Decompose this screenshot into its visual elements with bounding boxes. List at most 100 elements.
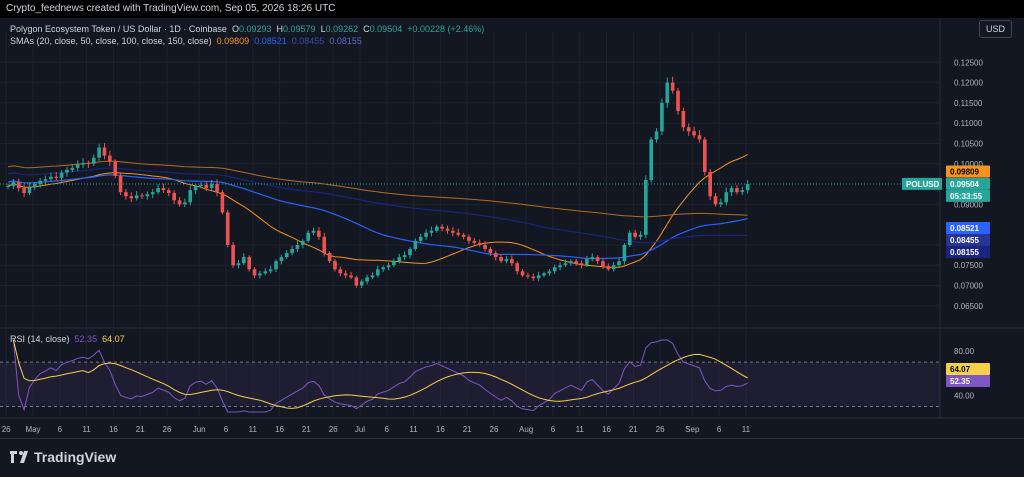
candle-body (670, 82, 675, 91)
y-tick-label: 0.11000 (954, 119, 983, 128)
candle-body (429, 230, 434, 233)
candle-body (386, 265, 391, 268)
candle-body (376, 269, 380, 276)
price-badge-label: 0.09504 (950, 180, 979, 189)
candle-body (199, 184, 203, 187)
candle-body (424, 232, 428, 237)
candle-body (129, 196, 134, 199)
candle-body (268, 269, 273, 272)
candle-body (145, 194, 150, 197)
x-tick-label: Jun (193, 425, 206, 434)
symbol-legend: Polygon Ecosystem Token / US Dollar · 1D… (10, 24, 485, 34)
candle-body (75, 164, 80, 168)
candle-body (102, 147, 107, 156)
candle-body (627, 232, 632, 245)
candle-body (510, 259, 514, 264)
price-chart[interactable]: 0.125000.120000.115000.110000.105000.100… (0, 18, 1024, 438)
tradingview-logo[interactable]: TradingView (10, 449, 116, 465)
rsi-tick-label: 40.00 (954, 391, 975, 400)
candle-body (467, 236, 471, 241)
candle-body (649, 139, 653, 180)
candle-body (531, 276, 536, 279)
candle-body (284, 253, 289, 258)
sma20-line (7, 154, 748, 268)
candle-body (333, 261, 337, 270)
candle-body (91, 157, 96, 164)
candle-body (563, 263, 568, 266)
candle-body (595, 257, 600, 262)
x-tick-label: 21 (463, 425, 472, 434)
candle-body (70, 167, 75, 170)
candle-body (493, 253, 498, 258)
candle-body (440, 226, 444, 229)
candle-body (22, 188, 26, 193)
change-value: +0.00228 (+2.46%) (407, 24, 485, 34)
candle-body (27, 187, 32, 193)
x-tick-label: 21 (629, 425, 638, 434)
candle-body (124, 192, 128, 197)
candle-body (504, 259, 509, 262)
candle-body (644, 180, 648, 235)
candle-body (274, 261, 278, 270)
candle-body (16, 182, 21, 189)
candle-body (317, 230, 321, 237)
candle-body (451, 230, 455, 233)
candle-body (242, 257, 246, 264)
x-tick-label: 16 (436, 425, 445, 434)
candle-body (231, 244, 235, 266)
candle-body (536, 275, 541, 279)
x-tick-label: Sep (685, 425, 700, 434)
x-tick-label: Aug (519, 425, 533, 434)
candle-body (327, 253, 332, 262)
rsi-badge-label: 64.07 (950, 365, 971, 374)
rsi-value: 52.35 (74, 334, 98, 344)
candle-body (585, 259, 589, 266)
y-tick-label: 0.12500 (954, 58, 983, 67)
candle-body (108, 155, 112, 162)
candle-body (601, 261, 605, 267)
x-tick-label: 26 (163, 425, 172, 434)
candle-body (49, 176, 53, 180)
sma-legend[interactable]: SMAs (20, close, 50, close, 100, close, … (10, 36, 362, 46)
x-tick-label: 26 (490, 425, 499, 434)
candle-body (681, 111, 686, 128)
sma150-value: 0.08155 (329, 36, 362, 46)
chart-area: 0.12500 0.12000 0.11500 0.11000 0.10500 0.100… (0, 18, 1024, 438)
candle-body (43, 179, 48, 181)
currency-button[interactable]: USD (978, 20, 1012, 38)
candle-body (140, 195, 144, 197)
candle-body (622, 244, 627, 262)
candle-body (370, 275, 375, 278)
candle-body (365, 277, 369, 282)
candle-body (54, 176, 59, 178)
footer: TradingView (0, 438, 1024, 477)
rsi-legend[interactable]: RSI (14, close) 52.35 64.07 (10, 334, 125, 344)
candle-body (579, 263, 584, 266)
candle-body (188, 190, 193, 203)
candle-body (290, 249, 294, 254)
candle-body (724, 192, 729, 203)
sma100-value: 0.08455 (291, 36, 325, 46)
candle-body (86, 162, 91, 164)
candle-body (617, 261, 621, 266)
candle-body (172, 192, 176, 201)
x-tick-label: 16 (109, 425, 118, 434)
candle-body (81, 162, 85, 165)
candle-body (526, 275, 530, 277)
candle-body (542, 273, 546, 276)
candle-body (703, 139, 707, 172)
candle-body (520, 271, 525, 276)
y-tick-label: 0.10500 (954, 139, 983, 148)
x-tick-label: 11 (82, 425, 91, 434)
candle-body (461, 234, 466, 237)
rsi-band (0, 362, 940, 407)
x-tick-label: 26 (2, 425, 11, 434)
candle-body (97, 147, 101, 158)
candle-body (220, 192, 225, 213)
x-tick-label: 6 (224, 425, 229, 434)
price-badge-label: POLUSD (906, 180, 940, 189)
brand-name: TradingView (34, 449, 117, 465)
price-badge-label: 05:33:55 (950, 192, 983, 201)
y-tick-label: 0.07000 (954, 282, 983, 291)
candle-body (252, 269, 257, 276)
